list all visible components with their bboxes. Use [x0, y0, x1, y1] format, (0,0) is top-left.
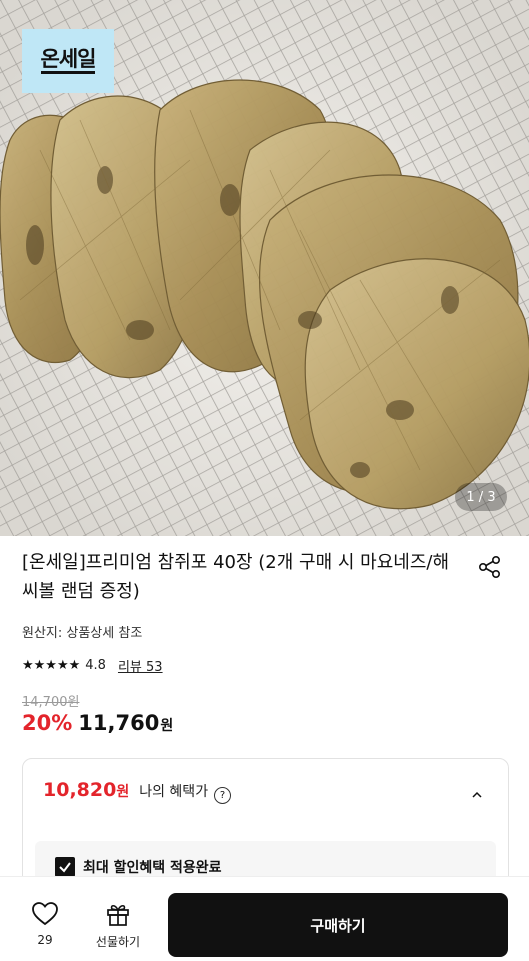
benefit-header[interactable]: 10,820 원 나의 혜택가 ? — [43, 779, 232, 804]
discount-rate: 20% — [22, 711, 73, 735]
origin-info: 원산지: 상품상세 참조 — [22, 626, 143, 641]
product-title: [온세일]프리미엄 참쥐포 40장 (2개 구매 시 마요네즈/해씨볼 랜덤 증… — [22, 552, 450, 602]
bottom-action-bar: 29 선물하기 구매하기 — [0, 876, 529, 961]
review-link[interactable]: 리뷰 53 — [118, 656, 163, 675]
max-discount-label: 최대 할인혜택 적용완료 — [83, 860, 222, 876]
benefit-price: 10,820 — [43, 779, 117, 801]
chevron-up-icon[interactable] — [472, 785, 482, 798]
heart-icon — [32, 902, 58, 926]
gift-button[interactable]: 선물하기 — [90, 901, 146, 950]
gift-label: 선물하기 — [95, 935, 141, 949]
sale-price: 11,760 — [78, 711, 160, 735]
rating-value: 4.8 — [85, 658, 106, 673]
gift-icon — [107, 904, 129, 926]
share-icon[interactable] — [476, 553, 504, 581]
check-icon[interactable] — [55, 857, 75, 877]
original-price: 14,700원 — [22, 695, 80, 710]
wishlist-count: 29 — [37, 933, 53, 947]
wishlist-button[interactable]: 29 — [28, 901, 62, 947]
sale-price-unit: 원 — [160, 718, 174, 734]
brand-badge-text: 온세일 — [40, 48, 96, 74]
brand-badge: 온세일 — [22, 29, 114, 93]
buy-button[interactable]: 구매하기 — [168, 893, 508, 957]
product-image[interactable]: 온세일 1 / 3 — [0, 0, 529, 536]
max-discount-row[interactable]: 최대 할인혜택 적용완료 — [55, 857, 222, 877]
benefit-label: 나의 혜택가 — [139, 784, 209, 800]
rating-stars: ★★★★★ — [22, 658, 81, 673]
benefit-price-unit: 원 — [116, 784, 130, 800]
image-counter: 1 / 3 — [455, 483, 507, 511]
help-icon[interactable]: ? — [214, 787, 232, 804]
rating-row: ★★★★★ 4.8 리뷰 53 — [22, 656, 163, 675]
help-icon-symbol: ? — [219, 790, 226, 801]
price-row: 20% 11,760 원 — [22, 711, 173, 735]
